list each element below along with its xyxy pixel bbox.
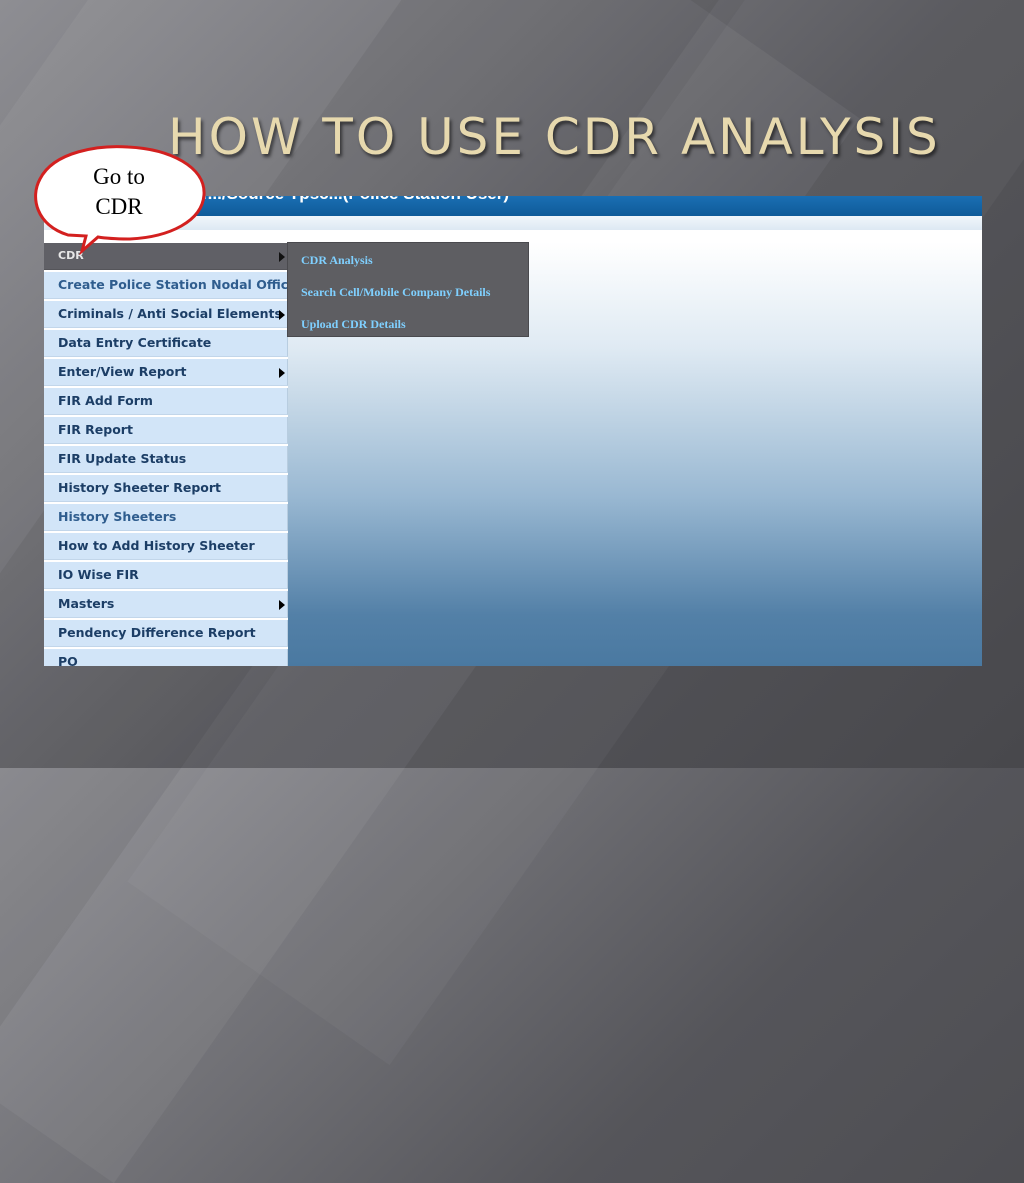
sidebar-item-masters[interactable]: Masters	[44, 591, 288, 618]
submenu-arrow-icon	[279, 600, 285, 610]
callout-bubble: Go to CDR	[30, 145, 210, 255]
sidebar-item-label: FIR Update Status	[58, 451, 187, 466]
submenu-arrow-icon	[279, 252, 285, 262]
sidebar-item-history-sheeters[interactable]: History Sheeters	[44, 504, 288, 531]
sidebar-item-label: Criminals / Anti Social Elements	[58, 306, 282, 321]
submenu-item-upload-cdr-details[interactable]: Upload CDR Details	[288, 312, 528, 344]
sidebar-item-fir-report[interactable]: FIR Report	[44, 417, 288, 444]
sidebar-item-how-to-add-history-sheeter[interactable]: How to Add History Sheeter	[44, 533, 288, 560]
callout-line-2: CDR	[95, 194, 143, 219]
sidebar-item-label: PO	[58, 654, 78, 666]
app-header-text: r.../Source Tpsc...(Police Station User)	[202, 196, 509, 204]
sidebar-item-criminals-anti-social-elements[interactable]: Criminals / Anti Social Elements	[44, 301, 288, 328]
submenu-item-cdr-analysis[interactable]: CDR Analysis	[288, 248, 528, 280]
sidebar-item-label: How to Add History Sheeter	[58, 538, 255, 553]
sidebar-item-label: History Sheeters	[58, 509, 177, 524]
sidebar-item-label: History Sheeter Report	[58, 480, 222, 495]
sidebar-item-label: Data Entry Certificate	[58, 335, 212, 350]
sidebar-item-label: Pendency Difference Report	[58, 625, 256, 640]
sidebar-item-label: Create Police Station Nodal Officer	[58, 277, 288, 292]
sidebar-item-label: Enter/View Report	[58, 364, 187, 379]
submenu-arrow-icon	[279, 368, 285, 378]
sidebar-item-label: FIR Add Form	[58, 393, 153, 408]
sidebar-item-label: Masters	[58, 596, 115, 611]
submenu-arrow-icon	[279, 310, 285, 320]
sidebar-item-fir-add-form[interactable]: FIR Add Form	[44, 388, 288, 415]
callout-text: Go to CDR	[58, 162, 180, 222]
sidebar-item-history-sheeter-report[interactable]: History Sheeter Report	[44, 475, 288, 502]
sidebar-item-create-police-station-nodal-officer[interactable]: Create Police Station Nodal Officer	[44, 272, 288, 299]
sidebar-item-enter-view-report[interactable]: Enter/View Report	[44, 359, 288, 386]
sidebar-item-po[interactable]: PO	[44, 649, 288, 666]
callout-line-1: Go to	[93, 164, 145, 189]
sidebar-menu: CDR Create Police Station Nodal Officer …	[44, 243, 288, 666]
sidebar-item-label: FIR Report	[58, 422, 133, 437]
app-screenshot: r.../Source Tpsc...(Police Station User)…	[44, 196, 982, 666]
cdr-submenu: CDR Analysis Search Cell/Mobile Company …	[287, 242, 529, 337]
sidebar-item-data-entry-certificate[interactable]: Data Entry Certificate	[44, 330, 288, 357]
sidebar-item-fir-update-status[interactable]: FIR Update Status	[44, 446, 288, 473]
slide-title: HOW TO USE CDR ANALYSIS	[168, 108, 941, 166]
submenu-item-search-cell-mobile-company-details[interactable]: Search Cell/Mobile Company Details	[288, 280, 528, 312]
sidebar-item-pendency-difference-report[interactable]: Pendency Difference Report	[44, 620, 288, 647]
sidebar-item-label: IO Wise FIR	[58, 567, 139, 582]
sidebar-item-io-wise-fir[interactable]: IO Wise FIR	[44, 562, 288, 589]
